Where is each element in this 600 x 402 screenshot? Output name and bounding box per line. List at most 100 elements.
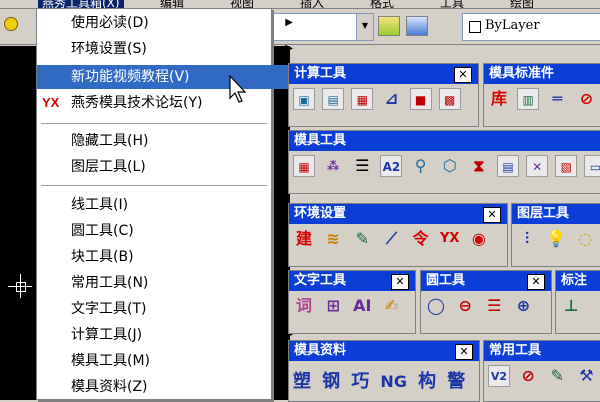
- dimension-icon[interactable]: ⊥: [560, 295, 582, 317]
- menu-item-mold-tools[interactable]: 模具工具(M) ▶: [37, 349, 303, 373]
- close-icon[interactable]: ✕: [455, 344, 473, 360]
- pin-icon[interactable]: ═: [546, 88, 568, 110]
- cube-icon[interactable]: ⬡: [439, 155, 461, 177]
- monitor-icon[interactable]: ▣: [293, 88, 315, 110]
- menu-item-hide-tools[interactable]: 隐藏工具(H) ▶: [37, 129, 303, 153]
- circle-tangent-icon[interactable]: ⊖: [454, 295, 476, 317]
- close-icon[interactable]: ✕: [527, 274, 545, 290]
- menu-item-video-tutorial[interactable]: 新功能视频教程(V): [37, 65, 303, 89]
- layer-tools-icons: ⫶ 💡 ◌: [516, 228, 599, 258]
- menubar-format[interactable]: 格式: [370, 0, 394, 8]
- help-icon[interactable]: ◉: [468, 228, 490, 250]
- no-entry-icon[interactable]: ⊘: [575, 88, 597, 110]
- menu-item-must-read[interactable]: 使用必读(D) ▶: [37, 11, 303, 35]
- menu-item-text-tools[interactable]: 文字工具(T) ▶: [37, 297, 303, 321]
- common-tools-panel: 常用工具 V2 ⊘ ✎ ⚒: [483, 340, 600, 402]
- mold-standard-icons: 库 ▥ ═ ⊘: [488, 88, 600, 118]
- chevron-down-icon[interactable]: ▼: [356, 14, 373, 40]
- close-icon[interactable]: ✕: [391, 274, 409, 290]
- light-bulb-icon[interactable]: [4, 17, 18, 31]
- submenu-arrow-icon: ▶: [285, 17, 293, 28]
- build-icon[interactable]: 建: [293, 228, 315, 250]
- table-icon[interactable]: ▤: [496, 155, 519, 177]
- menu-item-calc-tools[interactable]: 计算工具(J) ▶: [37, 323, 303, 347]
- panel-title[interactable]: 标注: [556, 271, 600, 291]
- a2-icon[interactable]: A2: [380, 155, 403, 177]
- close-icon[interactable]: ✕: [483, 207, 501, 223]
- menu-item-forum[interactable]: YX 燕秀模具技术论坛(Y): [37, 91, 303, 115]
- flag-icon[interactable]: ■: [409, 88, 432, 110]
- menu-item-label: 图层工具(L): [71, 159, 146, 175]
- list-icon[interactable]: ☰: [351, 155, 373, 177]
- angle-icon[interactable]: ⊿: [380, 88, 402, 110]
- menubar-tools[interactable]: 工具: [440, 0, 464, 8]
- circle-icon[interactable]: ◯: [425, 295, 447, 317]
- calculator-icon[interactable]: ▦: [351, 88, 374, 110]
- menu-item-block-tools[interactable]: 块工具(B) ▶: [37, 245, 303, 269]
- display-icon[interactable]: ▤: [322, 88, 345, 110]
- layer-chart-icon[interactable]: ⫶: [516, 228, 538, 250]
- pen-icon[interactable]: ✎: [351, 228, 373, 250]
- grid-icon[interactable]: ▦: [293, 155, 315, 177]
- no-edit-icon[interactable]: ⊘: [517, 365, 539, 387]
- menu-item-layer-tools[interactable]: 图层工具(L) ▶: [37, 155, 303, 179]
- color-combo-value: ByLayer: [485, 18, 540, 33]
- menu-separator: [41, 123, 267, 124]
- panel-title[interactable]: 环境设置: [289, 204, 507, 224]
- menu-item-label: 圆工具(C): [71, 223, 134, 239]
- yx-icon[interactable]: YX: [439, 228, 461, 250]
- panel-title[interactable]: 模具工具: [289, 131, 600, 151]
- tool-icon[interactable]: ⚒: [575, 365, 597, 387]
- calc-tools-panel: 计算工具 ✕ ▣ ▤ ▦ ⊿ ■ ▩: [288, 63, 479, 127]
- frame-icon[interactable]: ▩: [438, 88, 461, 110]
- xy-icon[interactable]: ✕: [526, 155, 549, 177]
- panel-title[interactable]: 常用工具: [484, 341, 600, 361]
- menu-item-line-tools[interactable]: 线工具(I) ▶: [37, 193, 303, 217]
- menu-item-common-tools[interactable]: 常用工具(N) ▶: [37, 271, 303, 295]
- bulb-icon[interactable]: 💡: [545, 228, 567, 250]
- layer-previous-icon[interactable]: [406, 16, 428, 36]
- ai-text-icon[interactable]: AI: [351, 295, 373, 317]
- word-icon[interactable]: 词: [293, 295, 315, 317]
- structure-icon[interactable]: 构: [418, 367, 436, 393]
- panel-title[interactable]: 模具标准件: [484, 64, 600, 84]
- brush-icon[interactable]: ✎: [546, 365, 568, 387]
- ruler-icon[interactable]: ⟋: [380, 228, 402, 250]
- pattern-icon[interactable]: ⁂: [322, 155, 344, 177]
- menu-item-label: 块工具(B): [71, 249, 134, 265]
- bulb-off-icon[interactable]: ◌: [574, 228, 596, 250]
- menubar-draw[interactable]: 绘图: [510, 0, 534, 8]
- library-icon[interactable]: 库: [488, 88, 510, 110]
- panel-title[interactable]: 图层工具: [512, 204, 600, 224]
- menu-item-label: 计算工具(J): [71, 327, 143, 343]
- command-icon[interactable]: 令: [410, 228, 432, 250]
- menu-item-circle-tools[interactable]: 圆工具(C) ▶: [37, 219, 303, 243]
- menubar-insert[interactable]: 插入: [300, 0, 324, 8]
- steel-icon[interactable]: 钢: [322, 367, 340, 393]
- menu-item-env-settings[interactable]: 环境设置(S) ▶: [37, 37, 303, 61]
- color-combo[interactable]: ByLayer: [462, 13, 600, 41]
- menu-item-mold-data[interactable]: 模具资料(Z) ▶: [37, 375, 303, 399]
- v2-icon[interactable]: V2: [488, 365, 510, 387]
- search-icon[interactable]: ⚲: [410, 155, 432, 177]
- layer-stack-icon[interactable]: [378, 16, 400, 36]
- hourglass-icon[interactable]: ⧗: [468, 155, 490, 177]
- warning-icon[interactable]: 警: [447, 367, 465, 393]
- plastic-icon[interactable]: 塑: [293, 367, 311, 393]
- close-icon[interactable]: ✕: [454, 67, 472, 83]
- tips-icon[interactable]: 巧: [351, 367, 369, 393]
- ng-icon[interactable]: NG: [380, 372, 407, 391]
- panel-icon[interactable]: ▧: [555, 155, 578, 177]
- circles-icon[interactable]: ⊕: [512, 295, 534, 317]
- stack-icon[interactable]: ▥: [517, 88, 540, 110]
- yx-logo-icon: YX: [42, 95, 60, 110]
- text-edit-icon[interactable]: ✍: [380, 295, 402, 317]
- text-align-icon[interactable]: ⊞: [322, 295, 344, 317]
- circle-stack-icon[interactable]: ☰: [483, 295, 505, 317]
- mold-tools-icons: ▦ ⁂ ☰ A2 ⚲ ⬡ ⧗ ▤ ✕ ▧ ▭: [293, 155, 600, 185]
- document-icon[interactable]: ▭: [584, 155, 600, 177]
- layers-icon[interactable]: ≋: [322, 228, 344, 250]
- mold-data-icons: 塑 钢 巧 NG 构 警: [293, 367, 472, 397]
- panel-title[interactable]: 模具资料: [289, 341, 479, 361]
- panel-title[interactable]: 计算工具: [289, 64, 478, 84]
